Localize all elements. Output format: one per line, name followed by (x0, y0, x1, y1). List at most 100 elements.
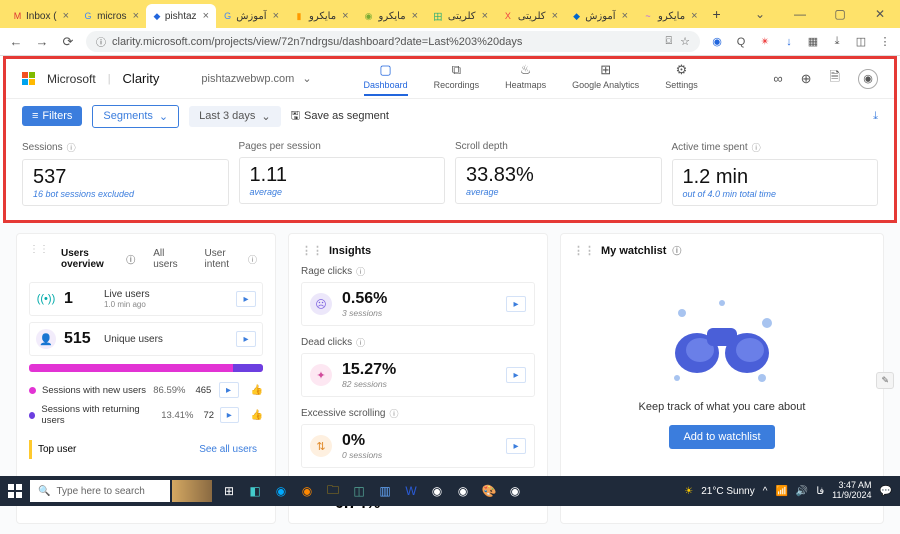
camera-icon[interactable]: ▸ (219, 382, 239, 398)
nav-recordings[interactable]: ⧉Recordings (434, 62, 480, 96)
close-icon[interactable]: × (691, 10, 697, 22)
forward-button[interactable]: → (34, 34, 50, 49)
close-icon[interactable]: × (273, 10, 279, 22)
wifi-icon[interactable]: 📶 (775, 486, 787, 497)
ext-icon[interactable]: Q (734, 35, 748, 49)
tab-5[interactable]: ◉مایکرو× (356, 4, 426, 28)
close-icon[interactable]: × (133, 10, 139, 22)
close-icon[interactable]: × (622, 10, 628, 22)
notifications-icon[interactable]: 💬 (880, 486, 892, 497)
nav-heatmaps[interactable]: ♨Heatmaps (505, 62, 546, 96)
qr-icon[interactable]: ⌼ (666, 35, 673, 48)
maximize-button[interactable]: ▢ (820, 0, 860, 28)
tab-user-intent[interactable]: User intentⓘ (199, 244, 263, 274)
filters-button[interactable]: ≡Filters (22, 106, 82, 126)
save-segment-link[interactable]: 🖫Save as segment (291, 107, 389, 126)
camera-icon[interactable]: ▸ (220, 407, 239, 423)
chrome-icon[interactable]: ◉ (426, 480, 448, 502)
clock[interactable]: 3:47 AM11/9/2024 (832, 481, 871, 501)
url-input[interactable]: ⓘclarity.microsoft.com/projects/view/72n… (86, 31, 700, 52)
word-icon[interactable]: W (400, 480, 422, 502)
start-button[interactable] (0, 484, 30, 498)
download-icon[interactable]: ⤓ (873, 110, 878, 123)
tab-6[interactable]: 田کلریتی× (425, 4, 495, 28)
add-watchlist-button[interactable]: Add to watchlist (669, 425, 774, 449)
app-icon[interactable]: ◧ (244, 480, 266, 502)
new-tab-button[interactable]: + (705, 0, 729, 28)
menu-icon[interactable]: ⋮ (878, 35, 892, 49)
date-range-button[interactable]: Last 3 days⌄ (189, 106, 280, 127)
tab-2-active[interactable]: ◆pishtaz× (146, 4, 216, 28)
ext-icon[interactable]: ▦ (806, 35, 820, 49)
camera-icon[interactable]: ▸ (236, 331, 256, 347)
edge-icon[interactable]: ◉ (270, 480, 292, 502)
volume-icon[interactable]: 🔊 (796, 486, 808, 497)
camera-icon[interactable]: ▸ (506, 367, 526, 383)
camera-icon[interactable]: ▸ (506, 296, 526, 312)
info-icon[interactable]: ⓘ (126, 253, 135, 266)
share-icon[interactable]: ∞ (773, 71, 782, 86)
tab-4[interactable]: ▮مایکرو× (286, 4, 356, 28)
explorer-icon[interactable]: 🗀 (322, 480, 344, 502)
back-button[interactable]: ← (8, 34, 24, 49)
firefox-icon[interactable]: ◉ (296, 480, 318, 502)
language-indicator[interactable]: فا (816, 486, 824, 497)
app-icon[interactable]: ▥ (374, 480, 396, 502)
project-selector[interactable]: pishtazwebwp.com⌄ (201, 72, 311, 85)
reload-button[interactable]: ⟳ (60, 34, 76, 50)
doc-icon[interactable]: 🗎 (830, 68, 840, 90)
close-icon[interactable]: × (63, 10, 69, 22)
info-icon[interactable]: ⓘ (248, 253, 257, 266)
tab-0[interactable]: MInbox (× (6, 4, 76, 28)
tab-3[interactable]: Gآموزش× (216, 4, 286, 28)
top-user[interactable]: Top userSee all users (29, 440, 263, 459)
info-icon[interactable]: ⓘ (672, 244, 681, 257)
taskbar-search[interactable]: 🔍Type here to search (30, 480, 170, 502)
info-icon[interactable]: ⓘ (356, 265, 365, 278)
see-all-link[interactable]: See all users (199, 444, 257, 455)
app-icon[interactable]: 🎨 (478, 480, 500, 502)
feedback-button[interactable]: ✎ (876, 372, 894, 389)
segments-button[interactable]: Segments⌄ (92, 105, 179, 128)
close-icon[interactable]: × (412, 10, 418, 22)
bell-icon[interactable]: ⊕ (801, 71, 812, 87)
close-icon[interactable]: × (203, 10, 209, 22)
drag-icon[interactable]: ⋮⋮ (301, 244, 323, 257)
download-icon[interactable]: ⤓ (830, 35, 844, 49)
info-icon[interactable]: ⓘ (752, 141, 761, 154)
weather-icon[interactable]: ☀ (684, 486, 693, 497)
tab-9[interactable]: ~مایکرو× (635, 4, 705, 28)
nav-google-analytics[interactable]: ⊞Google Analytics (572, 62, 639, 96)
thumbup-icon[interactable]: 👍 (251, 385, 263, 396)
ext-icon[interactable]: ↓ (782, 35, 796, 49)
tab-all-users[interactable]: All users (147, 244, 192, 274)
minimize-button[interactable]: — (780, 0, 820, 28)
info-icon[interactable]: ⓘ (67, 141, 76, 154)
tab-7[interactable]: Xکلریتی× (495, 4, 565, 28)
chrome-icon[interactable]: ◉ (504, 480, 526, 502)
chevron-down-icon[interactable]: ⌄ (740, 0, 780, 28)
camera-icon[interactable]: ▸ (506, 438, 526, 454)
app-icon[interactable]: ◫ (348, 480, 370, 502)
nav-settings[interactable]: ⚙Settings (665, 62, 698, 96)
avatar[interactable]: ◉ (858, 69, 878, 89)
drag-icon[interactable]: ⋮⋮ (29, 244, 49, 274)
thumbup-icon[interactable]: 👍 (251, 410, 263, 421)
chevron-up-icon[interactable]: ^ (763, 486, 768, 497)
camera-icon[interactable]: ▸ (236, 291, 256, 307)
chrome-icon[interactable]: ◉ (452, 480, 474, 502)
ext-icon[interactable]: ◉ (710, 35, 724, 49)
ext-icon[interactable]: ✴ (758, 35, 772, 49)
widget-icon[interactable] (172, 480, 212, 502)
tab-8[interactable]: ◆آموزش× (565, 4, 635, 28)
close-icon[interactable]: × (552, 10, 558, 22)
drag-icon[interactable]: ⋮⋮ (573, 244, 595, 257)
close-window-button[interactable]: ✕ (860, 0, 900, 28)
close-icon[interactable]: × (482, 10, 488, 22)
close-icon[interactable]: × (342, 10, 348, 22)
star-icon[interactable]: ☆ (680, 35, 690, 48)
info-icon[interactable]: ⓘ (389, 407, 398, 420)
tab-users-overview[interactable]: Users overviewⓘ (55, 244, 141, 274)
nav-dashboard[interactable]: ▢Dashboard (364, 62, 408, 96)
weather-text[interactable]: 21°C Sunny (701, 486, 754, 497)
